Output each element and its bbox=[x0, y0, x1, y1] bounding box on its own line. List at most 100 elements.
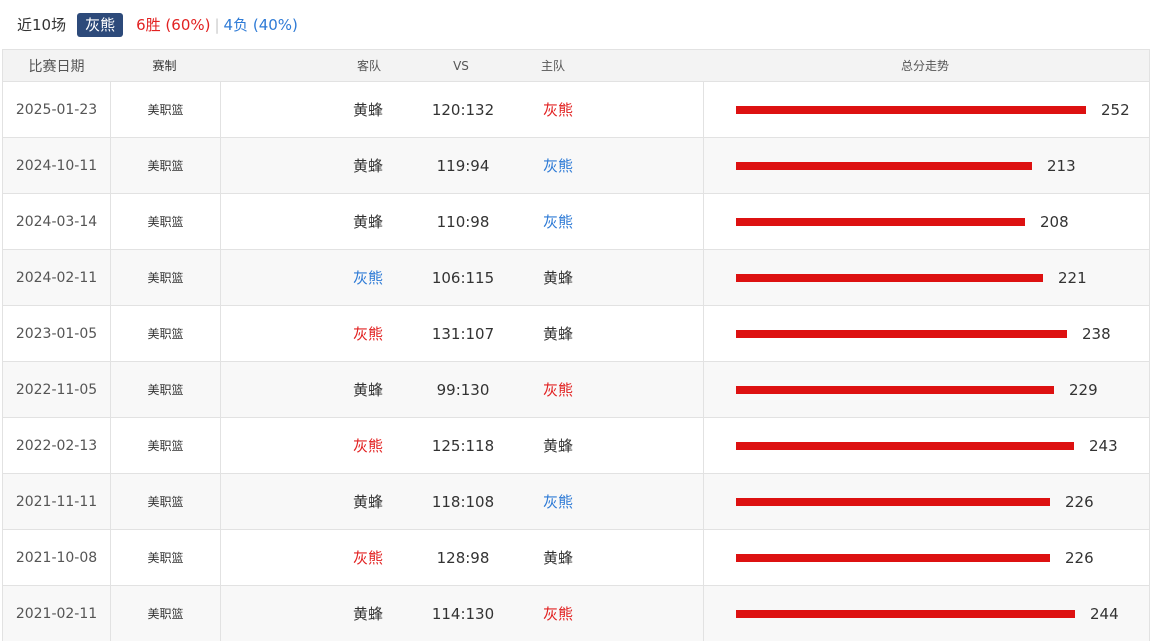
header-home: 主队 bbox=[541, 59, 566, 73]
total-value: 229 bbox=[1069, 380, 1098, 399]
table-row[interactable]: 2022-02-13 美职篮 灰熊 125:118 黄蜂 243 bbox=[3, 418, 1149, 474]
row-score[interactable]: 131:107 bbox=[383, 325, 543, 343]
table-row[interactable]: 2022-11-05 美职篮 黄蜂 99:130 灰熊 229 bbox=[3, 362, 1149, 418]
wins-count: 6胜 (60%) bbox=[136, 16, 211, 34]
row-date: 2024-02-11 bbox=[15, 269, 98, 286]
table-body: 2025-01-23 美职篮 黄蜂 120:132 灰熊 252 2024-10… bbox=[3, 82, 1149, 641]
row-away-team[interactable]: 黄蜂 bbox=[353, 157, 383, 175]
row-trend: 243 bbox=[703, 418, 1149, 473]
row-home-team[interactable]: 黄蜂 bbox=[543, 269, 573, 287]
row-trend: 238 bbox=[703, 306, 1149, 361]
total-bar bbox=[736, 161, 1032, 170]
total-bar bbox=[736, 609, 1075, 618]
row-competition[interactable]: 美职篮 bbox=[110, 194, 221, 249]
total-value: 226 bbox=[1065, 492, 1094, 511]
table-row[interactable]: 2021-10-08 美职篮 灰熊 128:98 黄蜂 226 bbox=[3, 530, 1149, 586]
row-trend: 226 bbox=[703, 530, 1149, 585]
table-row[interactable]: 2024-02-11 美职篮 灰熊 106:115 黄蜂 221 bbox=[3, 250, 1149, 306]
row-competition[interactable]: 美职篮 bbox=[110, 138, 221, 193]
row-competition[interactable]: 美职篮 bbox=[110, 82, 221, 137]
row-date: 2024-10-11 bbox=[15, 157, 98, 174]
record-summary: 近10场 灰熊 6胜 (60%) | 4负 (40%) bbox=[0, 0, 1153, 49]
row-score[interactable]: 106:115 bbox=[383, 269, 543, 287]
header-date: 比赛日期 bbox=[28, 58, 85, 75]
total-value: 238 bbox=[1082, 324, 1111, 343]
header-away: 客队 bbox=[356, 59, 381, 73]
row-competition[interactable]: 美职篮 bbox=[110, 306, 221, 361]
row-home-team[interactable]: 黄蜂 bbox=[543, 325, 573, 343]
row-score[interactable]: 99:130 bbox=[383, 381, 543, 399]
row-competition[interactable]: 美职篮 bbox=[110, 586, 221, 641]
row-home-team[interactable]: 灰熊 bbox=[543, 381, 573, 399]
row-away-team[interactable]: 灰熊 bbox=[353, 269, 383, 287]
row-away-team[interactable]: 黄蜂 bbox=[353, 213, 383, 231]
table-row[interactable]: 2021-02-11 美职篮 黄蜂 114:130 灰熊 244 bbox=[3, 586, 1149, 641]
row-home-team[interactable]: 黄蜂 bbox=[543, 549, 573, 567]
total-value: 243 bbox=[1089, 436, 1118, 455]
row-home-team[interactable]: 灰熊 bbox=[543, 157, 573, 175]
row-away-team[interactable]: 灰熊 bbox=[353, 325, 383, 343]
row-trend: 252 bbox=[703, 82, 1149, 137]
total-value: 252 bbox=[1101, 100, 1130, 119]
row-score[interactable]: 120:132 bbox=[383, 101, 543, 119]
row-trend: 213 bbox=[703, 138, 1149, 193]
row-away-team[interactable]: 黄蜂 bbox=[353, 101, 383, 119]
total-bar bbox=[736, 105, 1086, 114]
total-bar bbox=[736, 441, 1074, 450]
total-bar bbox=[736, 329, 1067, 338]
losses-count: 4负 (40%) bbox=[223, 16, 298, 34]
row-away-team[interactable]: 黄蜂 bbox=[353, 493, 383, 511]
row-competition[interactable]: 美职篮 bbox=[110, 474, 221, 529]
row-home-team[interactable]: 黄蜂 bbox=[543, 437, 573, 455]
total-value: 221 bbox=[1058, 268, 1087, 287]
row-away-team[interactable]: 黄蜂 bbox=[353, 381, 383, 399]
row-score[interactable]: 128:98 bbox=[383, 549, 543, 567]
row-score[interactable]: 110:98 bbox=[383, 213, 543, 231]
row-trend: 208 bbox=[703, 194, 1149, 249]
row-competition[interactable]: 美职篮 bbox=[110, 530, 221, 585]
row-date: 2022-02-13 bbox=[15, 437, 98, 454]
row-date: 2023-01-05 bbox=[15, 325, 98, 342]
row-date: 2022-11-05 bbox=[15, 381, 98, 398]
total-value: 208 bbox=[1040, 212, 1069, 231]
total-value: 226 bbox=[1065, 548, 1094, 567]
row-home-team[interactable]: 灰熊 bbox=[543, 101, 573, 119]
row-away-team[interactable]: 灰熊 bbox=[353, 437, 383, 455]
table-row[interactable]: 2023-01-05 美职篮 灰熊 131:107 黄蜂 238 bbox=[3, 306, 1149, 362]
table-row[interactable]: 2021-11-11 美职篮 黄蜂 118:108 灰熊 226 bbox=[3, 474, 1149, 530]
table-row[interactable]: 2024-03-14 美职篮 黄蜂 110:98 灰熊 208 bbox=[3, 194, 1149, 250]
row-trend: 221 bbox=[703, 250, 1149, 305]
table-row[interactable]: 2025-01-23 美职篮 黄蜂 120:132 灰熊 252 bbox=[3, 82, 1149, 138]
row-date: 2021-02-11 bbox=[15, 605, 98, 622]
row-date: 2024-03-14 bbox=[15, 213, 98, 230]
total-bar bbox=[736, 217, 1025, 226]
row-competition[interactable]: 美职篮 bbox=[110, 418, 221, 473]
row-trend: 229 bbox=[703, 362, 1149, 417]
total-bar bbox=[736, 273, 1043, 282]
row-away-team[interactable]: 灰熊 bbox=[353, 549, 383, 567]
row-score[interactable]: 118:108 bbox=[383, 493, 543, 511]
row-trend: 244 bbox=[703, 586, 1149, 641]
summary-title: 近10场 bbox=[17, 16, 67, 34]
row-score[interactable]: 125:118 bbox=[383, 437, 543, 455]
row-home-team[interactable]: 灰熊 bbox=[543, 213, 573, 231]
total-value: 244 bbox=[1090, 604, 1119, 623]
row-trend: 226 bbox=[703, 474, 1149, 529]
row-date: 2025-01-23 bbox=[15, 101, 98, 118]
row-score[interactable]: 119:94 bbox=[383, 157, 543, 175]
row-home-team[interactable]: 灰熊 bbox=[543, 605, 573, 623]
row-home-team[interactable]: 灰熊 bbox=[543, 493, 573, 511]
row-competition[interactable]: 美职篮 bbox=[110, 362, 221, 417]
row-score[interactable]: 114:130 bbox=[383, 605, 543, 623]
row-competition[interactable]: 美职篮 bbox=[110, 250, 221, 305]
table-header: 比赛日期 赛制 客队 VS 主队 总分走势 bbox=[3, 50, 1149, 82]
header-vs: VS bbox=[453, 58, 469, 73]
header-competition: 赛制 bbox=[152, 59, 177, 73]
total-bar bbox=[736, 553, 1050, 562]
total-bar bbox=[736, 497, 1050, 506]
total-bar bbox=[736, 385, 1054, 394]
table-row[interactable]: 2024-10-11 美职篮 黄蜂 119:94 灰熊 213 bbox=[3, 138, 1149, 194]
row-away-team[interactable]: 黄蜂 bbox=[353, 605, 383, 623]
team-badge[interactable]: 灰熊 bbox=[77, 12, 124, 37]
summary-separator: | bbox=[214, 15, 220, 34]
